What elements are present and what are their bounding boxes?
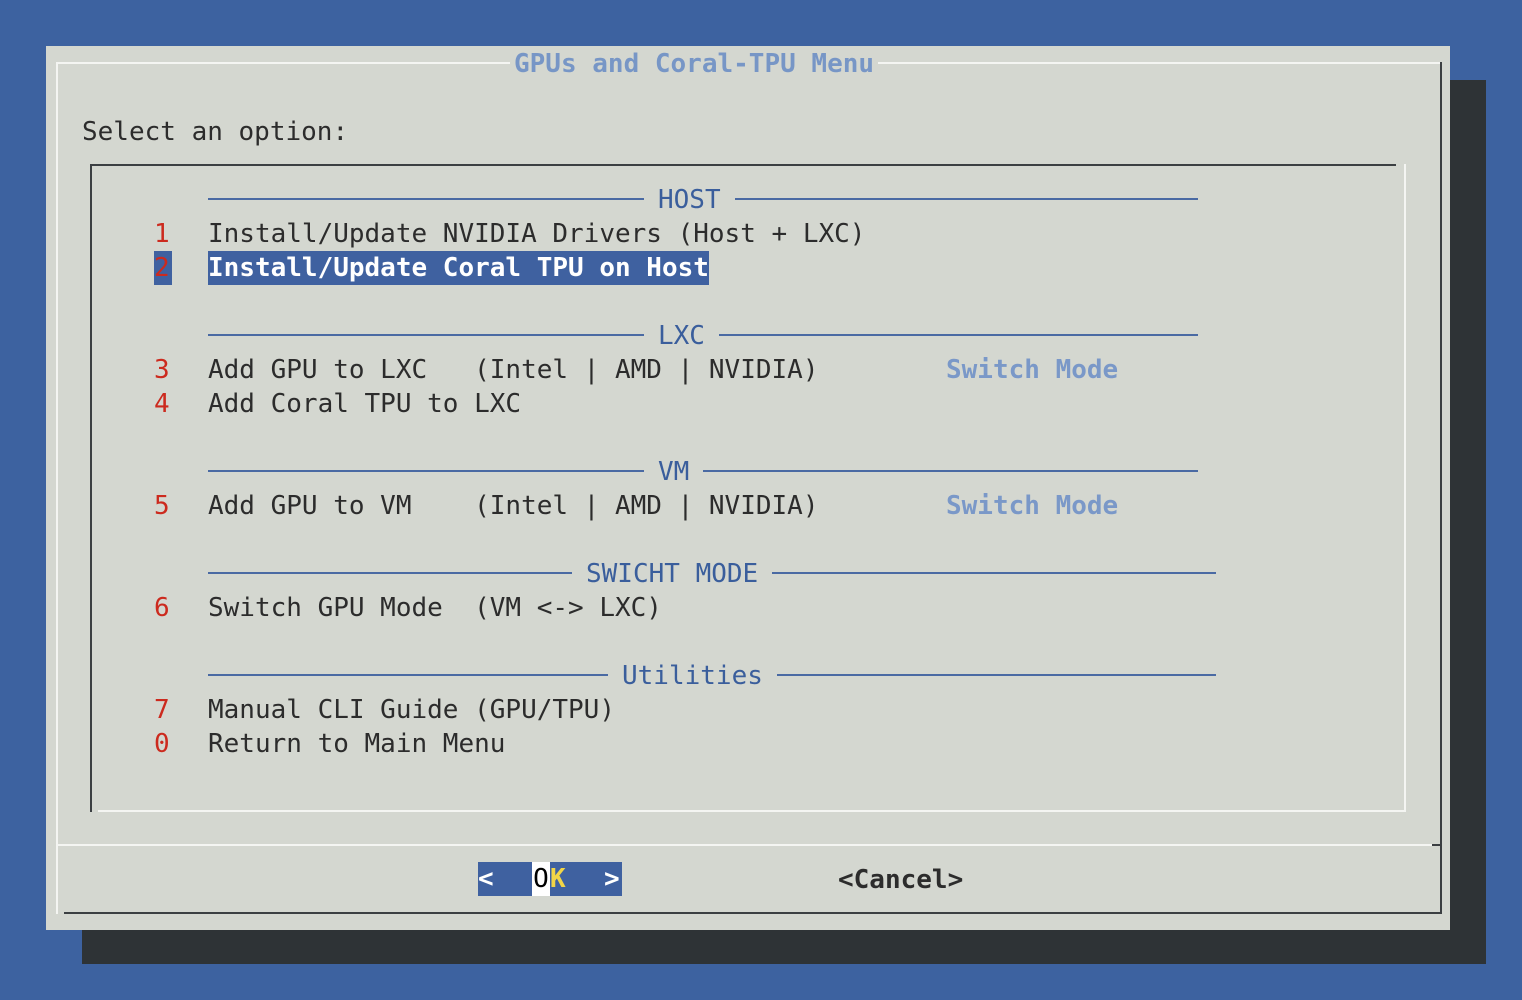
menu-item-label: Add GPU to VM (Intel | AMD | NVIDIA) bbox=[208, 491, 819, 521]
ok-hotkey-char: K bbox=[550, 864, 566, 894]
menu-item-label: Install/Update NVIDIA Drivers (Host + LX… bbox=[208, 219, 866, 249]
section-header-vm: VM bbox=[644, 455, 704, 489]
menu-dialog bbox=[46, 46, 1450, 930]
menu-item-key: 3 bbox=[154, 355, 170, 385]
menu-item-label: Add GPU to LXC (Intel | AMD | NVIDIA) bbox=[208, 355, 819, 385]
button-area-divider-end bbox=[1432, 844, 1442, 846]
menu-item-key: 2 bbox=[154, 251, 172, 285]
section-header-host: HOST bbox=[644, 183, 735, 217]
button-area-divider bbox=[56, 844, 1432, 846]
dialog-frame-bottom bbox=[64, 912, 1442, 914]
dialog-title: GPUs and Coral-TPU Menu bbox=[510, 47, 879, 81]
menu-item-label: Manual CLI Guide (GPU/TPU) bbox=[208, 695, 615, 725]
menu-item-label: Add Coral TPU to LXC bbox=[208, 389, 522, 419]
section-header-lxc: LXC bbox=[644, 319, 719, 353]
menu-item-key: 0 bbox=[154, 729, 170, 759]
menu-item-key: 4 bbox=[154, 389, 170, 419]
ok-cursor-char: O bbox=[532, 862, 550, 896]
menu-item-key: 5 bbox=[154, 491, 170, 521]
ok-bracket-left: < bbox=[478, 864, 494, 894]
menu-item-label: Return to Main Menu bbox=[208, 729, 506, 759]
section-header-switch-mode: SWICHT MODE bbox=[572, 557, 773, 591]
dialog-frame-left bbox=[56, 62, 58, 914]
cancel-button[interactable]: <Cancel> bbox=[838, 863, 963, 897]
switch-mode-tag: Switch Mode bbox=[946, 355, 1119, 385]
menu-item-label: Switch GPU Mode (VM <-> LXC) bbox=[208, 593, 662, 623]
dialog-frame-right bbox=[1440, 62, 1442, 914]
list-frame-left bbox=[90, 164, 92, 812]
ok-button[interactable]: < O K > bbox=[478, 862, 622, 896]
menu-item-key: 1 bbox=[154, 219, 170, 249]
switch-mode-tag: Switch Mode bbox=[946, 491, 1119, 521]
list-frame-top bbox=[90, 164, 1396, 166]
menu-item-key: 7 bbox=[154, 695, 170, 725]
list-frame-bottom bbox=[98, 810, 1406, 812]
menu-item-label: Install/Update Coral TPU on Host bbox=[208, 251, 709, 285]
ok-bracket-right: > bbox=[604, 864, 620, 894]
menu-item-key: 6 bbox=[154, 593, 170, 623]
prompt-text: Select an option: bbox=[82, 117, 349, 147]
list-frame-right bbox=[1404, 164, 1406, 812]
section-header-utilities: Utilities bbox=[608, 659, 777, 693]
